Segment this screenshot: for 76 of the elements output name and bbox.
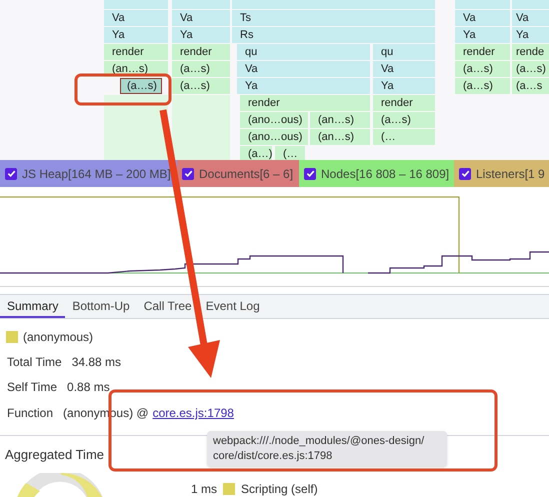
checkbox[interactable]	[182, 168, 194, 180]
check-icon	[6, 169, 16, 178]
flame-block[interactable]: (a…s)	[172, 78, 230, 94]
tab[interactable]: Bottom-Up	[65, 295, 137, 318]
section-title: Aggregated Time	[5, 446, 104, 464]
category-swatch	[6, 331, 18, 343]
tooltip-line: core/dist/core.es.js:1798	[213, 449, 334, 464]
flame-block[interactable]: Rs	[232, 27, 435, 43]
flame-block[interactable]	[104, 0, 168, 9]
flame-bar	[172, 95, 230, 160]
flame-block[interactable]: Va	[104, 10, 168, 26]
flame-block[interactable]: (a…s)	[120, 78, 162, 94]
field-label: Total Time	[7, 354, 62, 371]
flame-block[interactable]: (an…s)	[310, 129, 370, 145]
flame-block[interactable]: (a…s)	[455, 78, 510, 94]
counter-label: Documents[6 – 6]	[199, 166, 294, 182]
tab[interactable]: Call Tree	[136, 295, 199, 318]
flame-block[interactable]: render	[455, 44, 510, 60]
summary-title: (anonymous)	[23, 329, 94, 346]
field-label: Self Time	[7, 379, 58, 396]
legend-swatch	[223, 483, 236, 495]
tooltip-line: webpack:///./node_modules/@ones-design/	[213, 434, 426, 449]
flame-block[interactable]: (a…s)	[512, 61, 549, 77]
flame-block[interactable]: rende	[512, 44, 549, 60]
flame-block[interactable]: Va	[373, 61, 435, 77]
legend-value: 1 ms	[191, 481, 218, 497]
check-icon	[184, 169, 192, 178]
flame-block[interactable]: Ya	[172, 27, 230, 43]
flame-block[interactable]	[172, 0, 230, 9]
flame-block[interactable]: Ya	[373, 78, 435, 94]
flame-block[interactable]: (a…s)	[172, 61, 230, 77]
flame-block[interactable]	[512, 0, 549, 9]
flame-block[interactable]: render	[104, 44, 168, 60]
flame-block[interactable]: Va	[237, 61, 370, 77]
flame-block[interactable]: render	[373, 95, 435, 111]
flame-bar	[104, 95, 168, 160]
field-value: 0.88 ms	[67, 379, 110, 396]
flame-block[interactable]: (a…s)	[455, 61, 510, 77]
counter-label: Nodes[16 808 – 16 809]	[321, 166, 450, 182]
field-value: 34.88 ms	[72, 354, 122, 371]
flame-block[interactable]: render	[240, 95, 370, 111]
flame-block[interactable]: Ya	[104, 27, 168, 43]
flame-block[interactable]: qu	[373, 44, 435, 60]
flame-block[interactable]: (ano…ous)	[240, 129, 308, 145]
flame-block[interactable]: (a…s)	[373, 112, 435, 128]
counter-toggle[interactable]: Listeners[1 9	[454, 160, 549, 187]
checkbox[interactable]	[459, 168, 471, 180]
flame-block[interactable]: (…	[275, 146, 305, 160]
check-icon	[306, 169, 314, 178]
checkbox[interactable]	[5, 168, 17, 180]
tab[interactable]: Summary	[0, 295, 66, 318]
field-label: Function	[7, 405, 54, 422]
flame-block[interactable]: Va	[512, 10, 549, 26]
flame-block[interactable]: Ya	[455, 27, 510, 43]
source-link[interactable]: core.es.js:1798	[152, 404, 234, 422]
flame-block[interactable]: (…	[373, 129, 435, 145]
tab[interactable]: Event Log	[198, 295, 267, 318]
flame-block[interactable]: Ya	[512, 27, 549, 43]
flame-block[interactable]: Ya	[237, 78, 370, 94]
flame-block[interactable]: (ano…ous)	[240, 112, 308, 128]
counter-label: JS Heap[164 MB – 200 MB]	[22, 166, 171, 182]
flame-block[interactable]: Va	[455, 10, 510, 26]
counter-toggle[interactable]: Nodes[16 808 – 16 809]	[299, 160, 454, 187]
flame-block[interactable]: Va	[172, 10, 230, 26]
checkbox[interactable]	[304, 168, 316, 180]
flame-block[interactable]: Ts	[232, 10, 435, 26]
flame-block[interactable]: (a…)	[240, 146, 272, 160]
legend-label: Scripting (self)	[241, 481, 318, 497]
flame-block[interactable]: qu	[237, 44, 370, 60]
counter-label: Listeners[1 9	[476, 166, 545, 182]
flame-block[interactable]: (an…s)	[310, 112, 370, 128]
check-icon	[460, 169, 470, 178]
flame-block[interactable]	[232, 0, 435, 9]
flame-block[interactable]: render	[172, 44, 230, 60]
flame-block[interactable]	[455, 0, 510, 9]
flame-block[interactable]: (a…s	[512, 78, 549, 94]
